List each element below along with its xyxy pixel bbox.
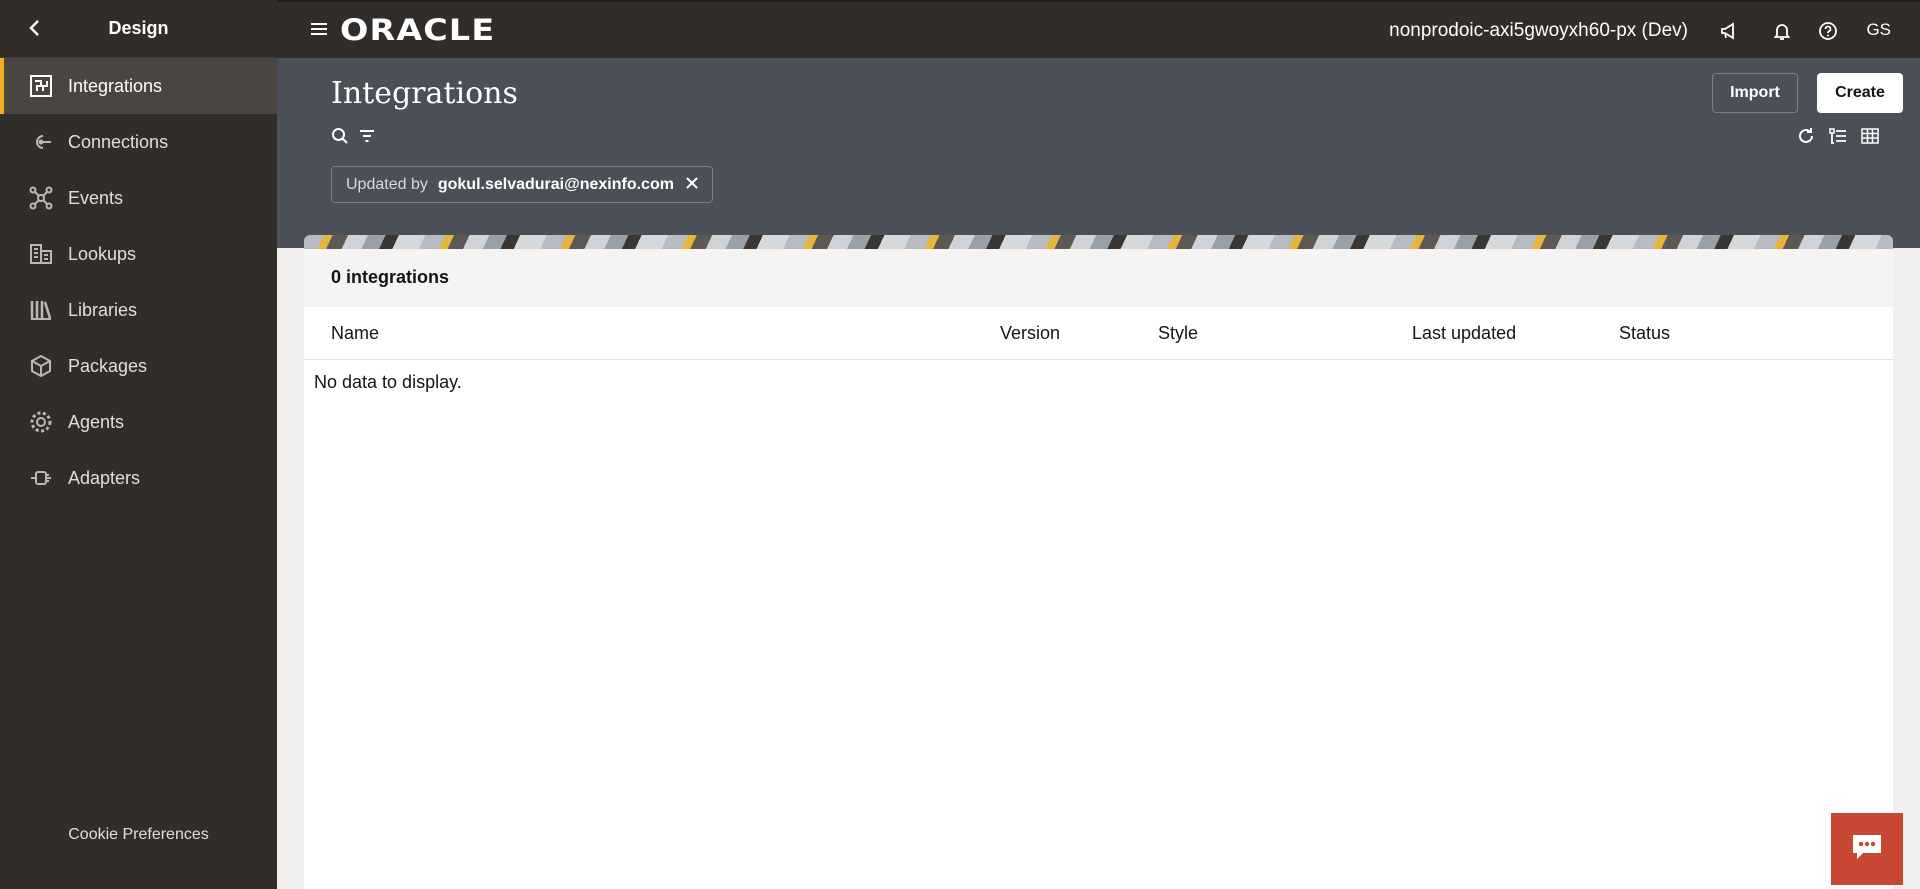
cookie-preferences-link[interactable]: Cookie Preferences <box>0 826 277 844</box>
refresh-icon[interactable] <box>1796 126 1816 146</box>
filter-icon[interactable] <box>357 126 377 146</box>
filter-chip-label: Updated by <box>346 175 428 193</box>
integrations-icon <box>28 73 54 99</box>
create-button[interactable]: Create <box>1817 73 1903 113</box>
sidebar-item-connections[interactable]: Connections <box>0 114 277 170</box>
results-count: 0 integrations <box>331 267 450 287</box>
environment-name: nonprodoic-axi5gwoyxh60-px (Dev) <box>1389 20 1688 41</box>
agents-icon <box>28 409 54 435</box>
sidebar-item-label: Adapters <box>68 467 141 488</box>
page-title: Integrations <box>331 76 518 111</box>
connections-icon <box>28 129 54 155</box>
user-avatar[interactable]: GS <box>1866 20 1891 40</box>
sidebar-item-libraries[interactable]: Libraries <box>0 282 277 338</box>
page-header <box>277 58 1920 248</box>
column-header-version[interactable]: Version <box>1000 323 1060 344</box>
filter-chip: Updated by gokul.selvadurai@nexinfo.com <box>331 166 713 203</box>
sidebar: Design Integrations Connections Events L… <box>0 0 277 889</box>
sidebar-item-label: Connections <box>68 131 169 152</box>
sidebar-item-packages[interactable]: Packages <box>0 338 277 394</box>
packages-icon <box>28 353 54 379</box>
decorative-banner <box>304 235 1893 249</box>
menu-icon[interactable] <box>310 20 328 38</box>
sidebar-item-label: Packages <box>68 355 148 376</box>
chat-icon <box>1851 833 1883 866</box>
sidebar-item-adapters[interactable]: Adapters <box>0 450 277 506</box>
import-button[interactable]: Import <box>1712 73 1798 113</box>
integrations-panel: 0 integrations Name Version Style Last u… <box>304 249 1893 889</box>
topbar: ORACLE nonprodoic-axi5gwoyxh60-px (Dev) … <box>277 0 1920 58</box>
list-view-icon[interactable] <box>1828 126 1848 146</box>
empty-message: No data to display. <box>314 372 462 392</box>
sidebar-item-label: Lookups <box>68 243 137 264</box>
table-header: Name Version Style Last updated Status <box>304 307 1893 360</box>
sidebar-item-label: Libraries <box>68 299 138 320</box>
events-icon <box>28 185 54 211</box>
lookups-icon <box>28 241 54 267</box>
results-count-bar: 0 integrations <box>304 249 1893 307</box>
sidebar-item-label: Agents <box>68 411 125 432</box>
sidebar-item-label: Events <box>68 187 124 208</box>
filter-chip-value: gokul.selvadurai@nexinfo.com <box>437 175 674 193</box>
sidebar-item-agents[interactable]: Agents <box>0 394 277 450</box>
sidebar-title: Design <box>108 18 169 38</box>
sidebar-item-label: Integrations <box>68 75 163 96</box>
sidebar-item-integrations[interactable]: Integrations <box>0 58 277 114</box>
chat-button[interactable] <box>1831 813 1903 885</box>
sidebar-item-lookups[interactable]: Lookups <box>0 226 277 282</box>
close-icon[interactable] <box>686 176 698 194</box>
bell-icon[interactable] <box>1771 20 1793 42</box>
adapters-icon <box>28 465 54 491</box>
sidebar-item-events[interactable]: Events <box>0 170 277 226</box>
libraries-icon <box>28 297 54 323</box>
grid-view-icon[interactable] <box>1860 126 1880 146</box>
megaphone-icon[interactable] <box>1718 20 1740 42</box>
column-header-last-updated[interactable]: Last updated <box>1412 323 1516 344</box>
column-header-style[interactable]: Style <box>1158 323 1198 344</box>
sidebar-header: Design <box>0 0 277 58</box>
oracle-logo: ORACLE <box>340 13 496 47</box>
column-header-name[interactable]: Name <box>331 323 379 344</box>
help-icon[interactable] <box>1817 20 1839 42</box>
column-header-status[interactable]: Status <box>1619 323 1670 344</box>
search-icon[interactable] <box>330 126 350 146</box>
